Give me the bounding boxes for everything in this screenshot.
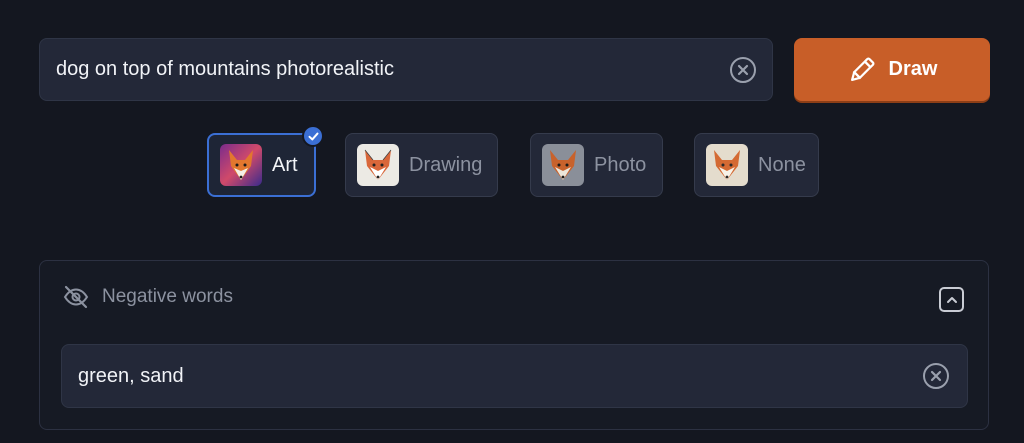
style-option-photo[interactable]: Photo	[530, 133, 663, 197]
style-label-none: None	[758, 153, 806, 176]
x-icon	[930, 370, 942, 382]
fox-photo-thumbnail	[542, 144, 584, 186]
pencil-icon	[850, 57, 875, 81]
prompt-input[interactable]: dog on top of mountains photorealistic	[39, 38, 773, 101]
fox-drawing-thumbnail	[357, 144, 399, 186]
collapse-button[interactable]	[939, 287, 964, 312]
style-option-art[interactable]: Art	[207, 125, 324, 197]
draw-button-label: Draw	[888, 58, 938, 80]
clear-negative-button[interactable]	[923, 363, 949, 389]
fox-none-thumbnail	[706, 144, 748, 186]
negative-words-header[interactable]: Negative words	[62, 283, 233, 311]
style-label-art: Art	[272, 153, 298, 176]
draw-button[interactable]: Draw	[794, 38, 990, 101]
style-option-none[interactable]: None	[694, 133, 819, 197]
negative-words-title: Negative words	[102, 286, 233, 307]
clear-prompt-button[interactable]	[730, 56, 756, 83]
eye-off-icon	[63, 285, 89, 309]
negative-words-text[interactable]: green, sand	[78, 365, 923, 388]
chevron-up-icon	[946, 296, 957, 303]
fox-art-thumbnail	[220, 144, 262, 186]
x-icon	[737, 64, 749, 75]
selected-check-icon	[302, 125, 324, 147]
style-label-photo: Photo	[594, 153, 647, 176]
negative-words-panel: Negative words green, sand	[39, 260, 989, 430]
prompt-text[interactable]: dog on top of mountains photorealistic	[56, 58, 730, 81]
negative-words-input[interactable]: green, sand	[61, 344, 968, 408]
style-option-drawing[interactable]: Drawing	[345, 133, 498, 197]
style-label-drawing: Drawing	[409, 153, 483, 176]
